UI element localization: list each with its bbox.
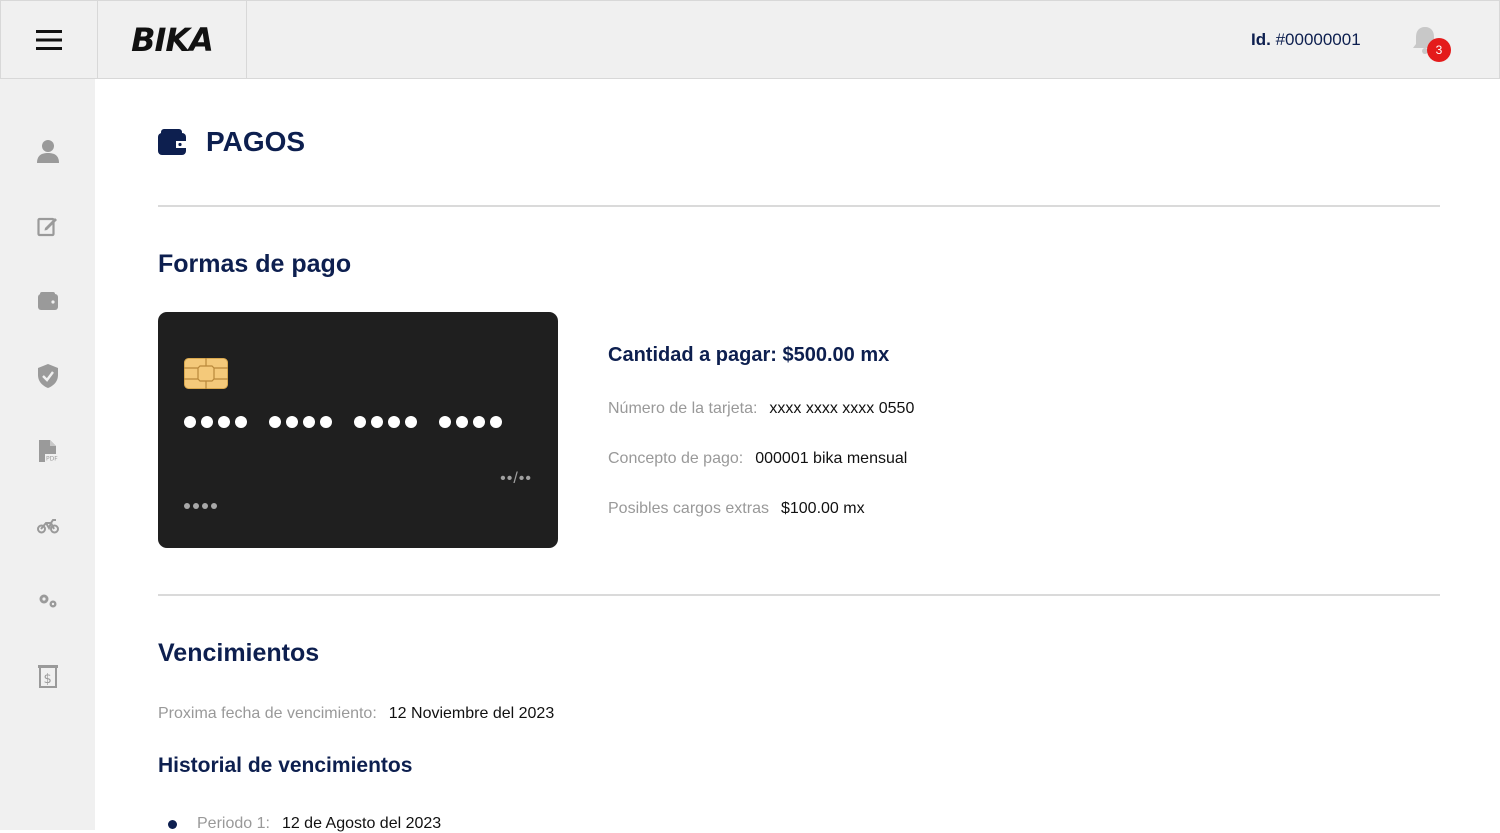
- sidebar-item-documents[interactable]: PDF: [28, 431, 68, 471]
- payment-concept-value: 000001 bika mensual: [755, 450, 908, 467]
- motorcycle-icon: [37, 519, 59, 534]
- period-value: 12 de Agosto del 2023: [281, 815, 442, 832]
- pdf-icon: PDF: [39, 440, 59, 463]
- card-number-value: xxxx xxxx xxxx 0550: [769, 400, 915, 417]
- shield-check-icon: [38, 364, 58, 388]
- sidebar: PDF $: [0, 79, 95, 830]
- notification-badge: 3: [1427, 38, 1451, 62]
- divider: [158, 205, 1440, 207]
- payment-concept-label: Concepto de pago:: [608, 450, 744, 467]
- hamburger-icon: [36, 30, 62, 50]
- bullet: [168, 819, 177, 829]
- user-id-value: #00000001: [1275, 30, 1361, 49]
- payment-methods-heading: Formas de pago: [158, 250, 352, 278]
- svg-text:PDF: PDF: [46, 456, 58, 463]
- edit-icon: [37, 217, 57, 237]
- amount-to-pay: Cantidad a pagar: $500.00 mx: [608, 344, 890, 366]
- page-title: PAGOS: [206, 126, 306, 157]
- logo[interactable]: BIKA: [131, 21, 214, 59]
- sidebar-item-settings[interactable]: [28, 581, 68, 621]
- sidebar-item-motorcycle[interactable]: [28, 506, 68, 546]
- due-dates-heading: Vencimientos: [158, 639, 320, 667]
- sidebar-item-billing[interactable]: $: [28, 656, 68, 696]
- list-item: Periodo 1: 12 de Agosto del 2023: [168, 815, 441, 833]
- card-number-mask: [184, 416, 502, 428]
- hamburger-menu-button[interactable]: [1, 1, 98, 79]
- extra-charges-label: Posibles cargos extras: [608, 500, 769, 517]
- card-number-row: Número de la tarjeta: xxxx xxxx xxxx 055…: [608, 400, 914, 418]
- card-expiry-mask: ••/••: [500, 470, 532, 487]
- wallet-icon: [158, 129, 186, 155]
- notifications-button[interactable]: 3: [1411, 25, 1451, 65]
- page-header: PAGOS: [158, 126, 305, 158]
- extra-charges-row: Posibles cargos extras $100.00 mx: [608, 500, 865, 518]
- payment-concept-row: Concepto de pago: 000001 bika mensual: [608, 450, 907, 468]
- period-label: Periodo 1:: [197, 815, 270, 832]
- svg-text:$: $: [44, 672, 52, 687]
- logo-container[interactable]: BIKA: [98, 1, 247, 79]
- due-history-heading: Historial de vencimientos: [158, 754, 413, 777]
- sidebar-item-insurance[interactable]: [28, 356, 68, 396]
- next-due-date-label: Proxima fecha de vencimiento:: [158, 705, 377, 722]
- sidebar-item-profile[interactable]: [28, 131, 68, 171]
- user-icon: [37, 140, 59, 163]
- sidebar-item-payments[interactable]: [28, 281, 68, 321]
- next-due-date-value: 12 Noviembre del 2023: [388, 705, 555, 722]
- divider: [158, 594, 1440, 596]
- next-due-date-row: Proxima fecha de vencimiento: 12 Noviemb…: [158, 705, 554, 723]
- gears-icon: [39, 594, 57, 608]
- user-id-label: Id.: [1251, 30, 1271, 49]
- top-bar: BIKA Id. #00000001 3: [0, 0, 1500, 79]
- user-id: Id. #00000001: [1251, 30, 1361, 50]
- extra-charges-value: $100.00 mx: [780, 500, 865, 517]
- card-holder-mask: [184, 503, 217, 509]
- credit-card[interactable]: ••/••: [158, 312, 558, 548]
- chip-icon: [184, 358, 228, 389]
- receipt-dollar-icon: $: [38, 665, 58, 688]
- sidebar-item-edit[interactable]: [28, 206, 68, 246]
- card-number-label: Número de la tarjeta:: [608, 400, 758, 417]
- wallet-icon: [38, 292, 58, 310]
